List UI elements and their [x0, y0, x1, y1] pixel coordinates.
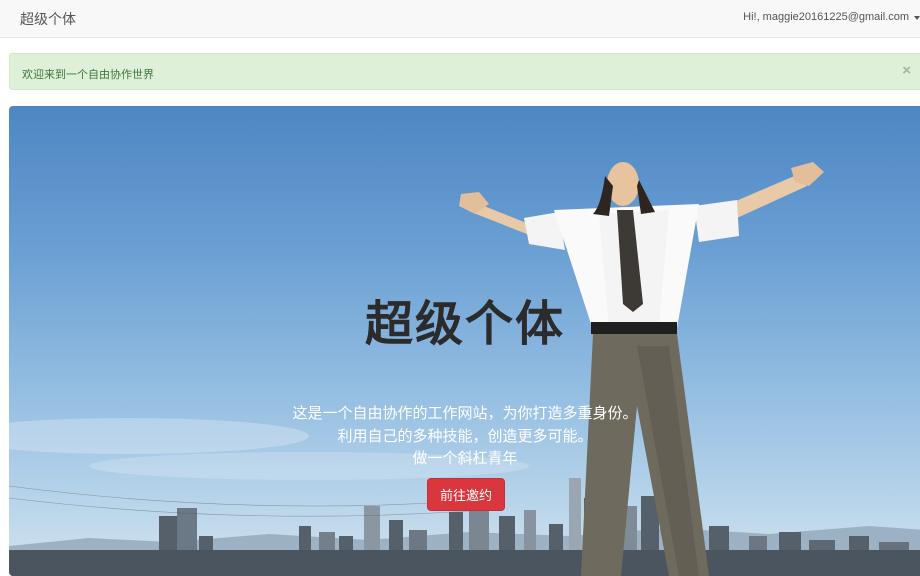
hero-tagline-2: 利用自己的多种技能，创造更多可能。 — [337, 427, 593, 445]
user-menu-dropdown[interactable]: Hi!, maggie20161225@gmail.com — [743, 11, 920, 23]
alert-message: 欢迎来到一个自由协作世界 — [22, 69, 154, 81]
invite-button[interactable]: 前往邀约 — [427, 478, 505, 511]
hero-tagline-1: 这是一个自由协作的工作网站，为你打造多重身份。 — [292, 404, 638, 422]
hero-title: 超级个体 — [364, 296, 565, 352]
close-icon[interactable]: × — [902, 63, 911, 78]
top-navbar: 超级个体 Hi!, maggie20161225@gmail.com — [0, 0, 920, 38]
user-menu-label: Hi!, maggie20161225@gmail.com — [743, 11, 909, 23]
hero-banner: 超级个体 这是一个自由协作的工作网站，为你打造多重身份。 利用自己的多种技能，创… — [9, 106, 920, 576]
navbar-brand[interactable]: 超级个体 — [20, 9, 76, 29]
hero-tagline-3: 做一个斜杠青年 — [412, 449, 518, 467]
caret-down-icon — [914, 15, 920, 20]
welcome-alert: 欢迎来到一个自由协作世界 × — [9, 53, 920, 90]
